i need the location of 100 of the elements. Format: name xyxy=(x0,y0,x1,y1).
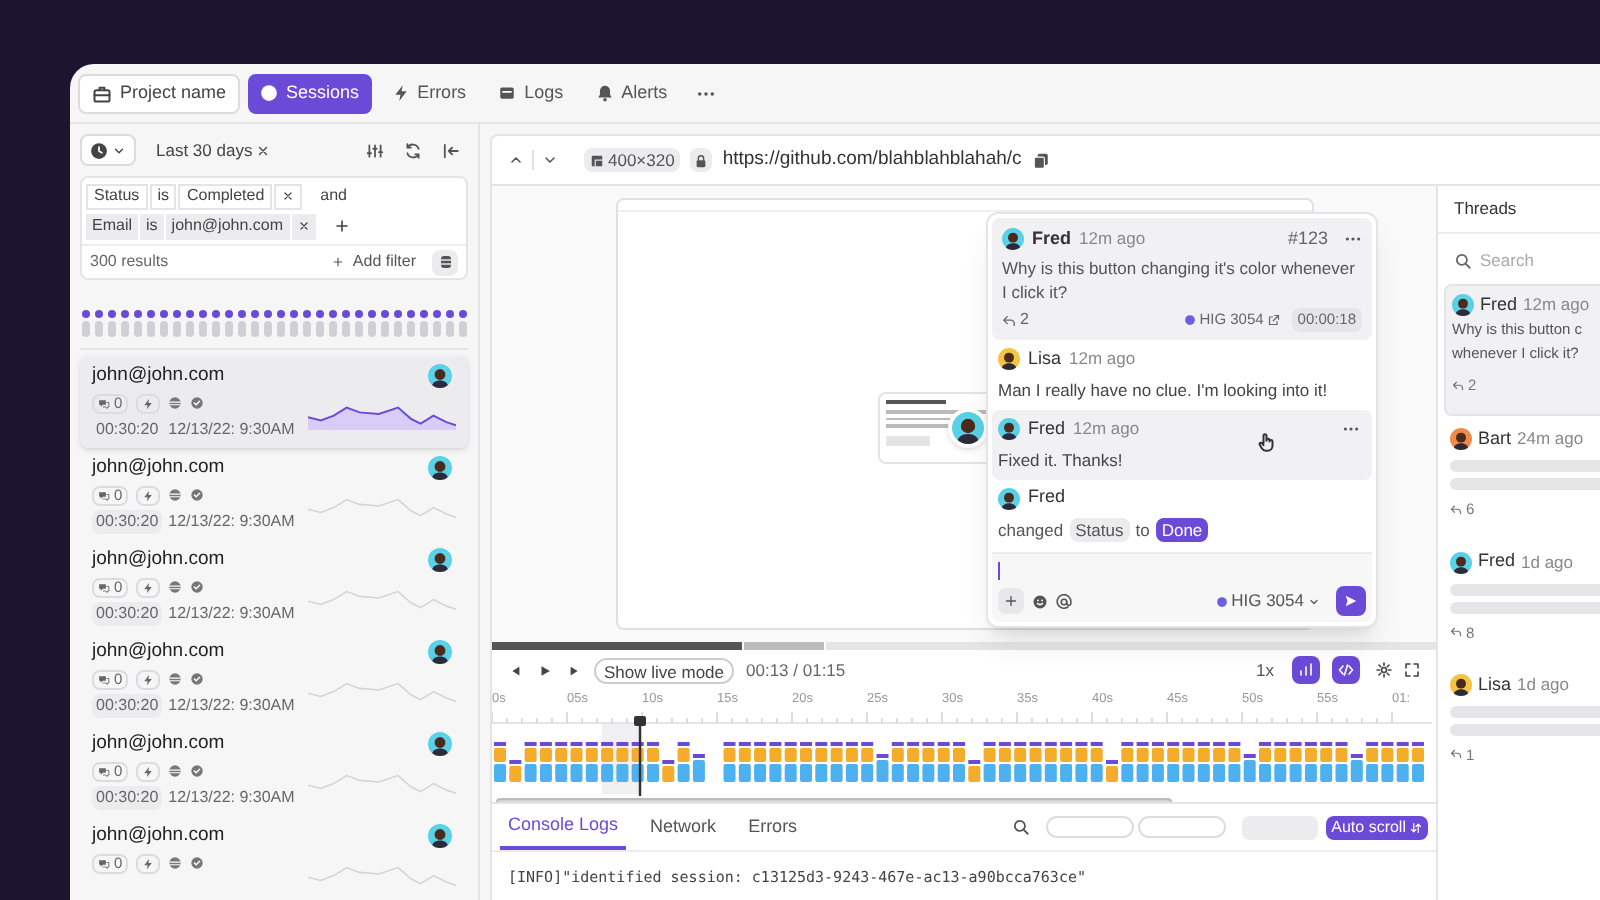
thread-number: #123 xyxy=(1287,225,1328,252)
filter-input-field[interactable] xyxy=(1137,816,1226,838)
chevron-down-icon[interactable] xyxy=(542,152,558,168)
logs-icon xyxy=(498,84,517,102)
auto-scroll-button[interactable]: Auto scroll xyxy=(1325,815,1428,839)
avatar xyxy=(428,364,452,388)
code-icon xyxy=(1338,662,1354,678)
collapse-icon[interactable] xyxy=(442,141,460,159)
thread-time: 1d ago xyxy=(1517,671,1570,698)
project-button[interactable]: Project name xyxy=(78,73,241,113)
avatar xyxy=(428,824,452,848)
comment-text: Fixed it. Thanks! xyxy=(998,447,1125,473)
status-tag: Done xyxy=(1155,517,1209,543)
session-duration: 00:30:20 xyxy=(92,694,163,718)
comment-text: Why is this button changing it's color whenever I click it? xyxy=(1002,256,1357,304)
bolt-icon xyxy=(142,673,155,685)
comment-icon xyxy=(98,673,110,685)
toggle-button[interactable] xyxy=(1332,656,1360,684)
devtools-tab[interactable]: Network xyxy=(642,804,725,850)
thread-author: Lisa xyxy=(1478,671,1512,697)
segment-button[interactable] xyxy=(432,249,458,275)
chevron-down-icon xyxy=(1308,595,1320,608)
add-filter-button[interactable]: Add filter xyxy=(332,250,416,274)
refresh-icon[interactable] xyxy=(404,141,422,159)
toggle-button[interactable] xyxy=(1292,656,1320,684)
nav-tab[interactable]: Logs xyxy=(486,73,576,113)
session-duration: 00:30:20 xyxy=(92,786,163,810)
live-mode-button[interactable]: Show live mode xyxy=(594,657,735,683)
filter-input-field[interactable] xyxy=(1045,816,1134,838)
avatar xyxy=(428,456,452,480)
speed-button[interactable]: 1x xyxy=(1256,657,1274,683)
thread-author: Fred xyxy=(1480,291,1518,318)
avatar xyxy=(428,548,452,572)
skip-forward-icon[interactable] xyxy=(568,663,582,677)
bolt-icon xyxy=(142,581,155,593)
comment-icon xyxy=(98,581,110,593)
devtools-tab[interactable]: Errors xyxy=(740,804,806,850)
plus-icon xyxy=(332,256,345,268)
comment-icon xyxy=(98,765,110,777)
nav-tab[interactable]: Sessions xyxy=(248,73,372,113)
nav-tab[interactable]: Errors xyxy=(379,73,479,113)
filter-field[interactable]: Status xyxy=(86,183,148,209)
send-icon xyxy=(1344,594,1358,609)
comment-author: Fred xyxy=(1028,415,1066,441)
filter-value[interactable]: Completed xyxy=(178,183,273,209)
add-attachment-button[interactable] xyxy=(998,588,1024,615)
layout-icon xyxy=(590,153,604,167)
globe-icon xyxy=(168,396,183,410)
check-icon xyxy=(190,672,205,686)
settings-icon[interactable] xyxy=(1376,662,1392,678)
thread-time: 1d ago xyxy=(1521,549,1574,575)
session-date: 12/13/22: 9:30AM xyxy=(168,786,295,810)
emoji-icon[interactable] xyxy=(1032,593,1048,610)
comment-time: 12m ago xyxy=(1073,415,1140,442)
avatar xyxy=(428,640,452,664)
globe-icon xyxy=(168,580,183,594)
session-date: 12/13/22: 9:30AM xyxy=(168,694,295,718)
bolt-icon xyxy=(142,857,155,869)
globe-icon xyxy=(168,856,183,870)
mention-icon[interactable] xyxy=(1056,593,1072,610)
check-icon xyxy=(190,764,205,778)
globe-icon xyxy=(168,488,183,502)
search-icon[interactable] xyxy=(1011,818,1030,836)
session-date: 12/13/22: 9:30AM xyxy=(168,510,295,534)
globe-icon xyxy=(168,672,183,686)
bell-icon xyxy=(595,84,614,102)
comment-text: Man I really have no clue. I'm looking into it! xyxy=(998,378,1330,404)
bar-chart-icon xyxy=(1298,662,1314,678)
filter-join: and xyxy=(320,184,348,208)
clock-icon xyxy=(90,141,108,159)
filter-operator[interactable]: is xyxy=(149,183,177,209)
filter-field[interactable]: Email xyxy=(86,213,139,239)
chevron-up-icon[interactable] xyxy=(508,152,524,168)
filter-value[interactable]: john@john.com xyxy=(165,213,290,239)
check-icon xyxy=(190,856,205,870)
add-icon[interactable] xyxy=(333,218,350,234)
date-range[interactable]: Last 30 days xyxy=(156,137,253,163)
copy-icon[interactable] xyxy=(1031,151,1050,169)
close-icon xyxy=(297,220,310,232)
filter-operator[interactable]: is xyxy=(140,213,164,239)
bolt-icon xyxy=(142,397,155,409)
time-filter-button[interactable] xyxy=(80,134,136,166)
comment-icon xyxy=(98,489,110,501)
comment-icon xyxy=(98,857,110,869)
check-icon xyxy=(190,488,205,502)
session-duration: 00:30:20 xyxy=(92,510,163,534)
session-date: 12/13/22: 9:30AM xyxy=(168,602,295,626)
columns-icon[interactable] xyxy=(366,141,384,159)
send-button[interactable] xyxy=(1336,586,1366,617)
session-duration: 00:30:20 xyxy=(92,602,163,626)
reply-count[interactable]: 2 xyxy=(1002,308,1029,332)
skip-back-icon[interactable] xyxy=(508,663,522,677)
check-icon xyxy=(190,396,205,410)
panel-title: Threads xyxy=(1454,196,1517,222)
plus-icon xyxy=(1004,594,1018,609)
fullscreen-icon[interactable] xyxy=(1404,662,1420,678)
close-icon[interactable] xyxy=(256,143,271,157)
nav-tab[interactable]: Alerts xyxy=(583,73,680,113)
issue-selector[interactable]: HIG 3054 xyxy=(1215,588,1320,615)
briefcase-icon xyxy=(92,83,112,103)
